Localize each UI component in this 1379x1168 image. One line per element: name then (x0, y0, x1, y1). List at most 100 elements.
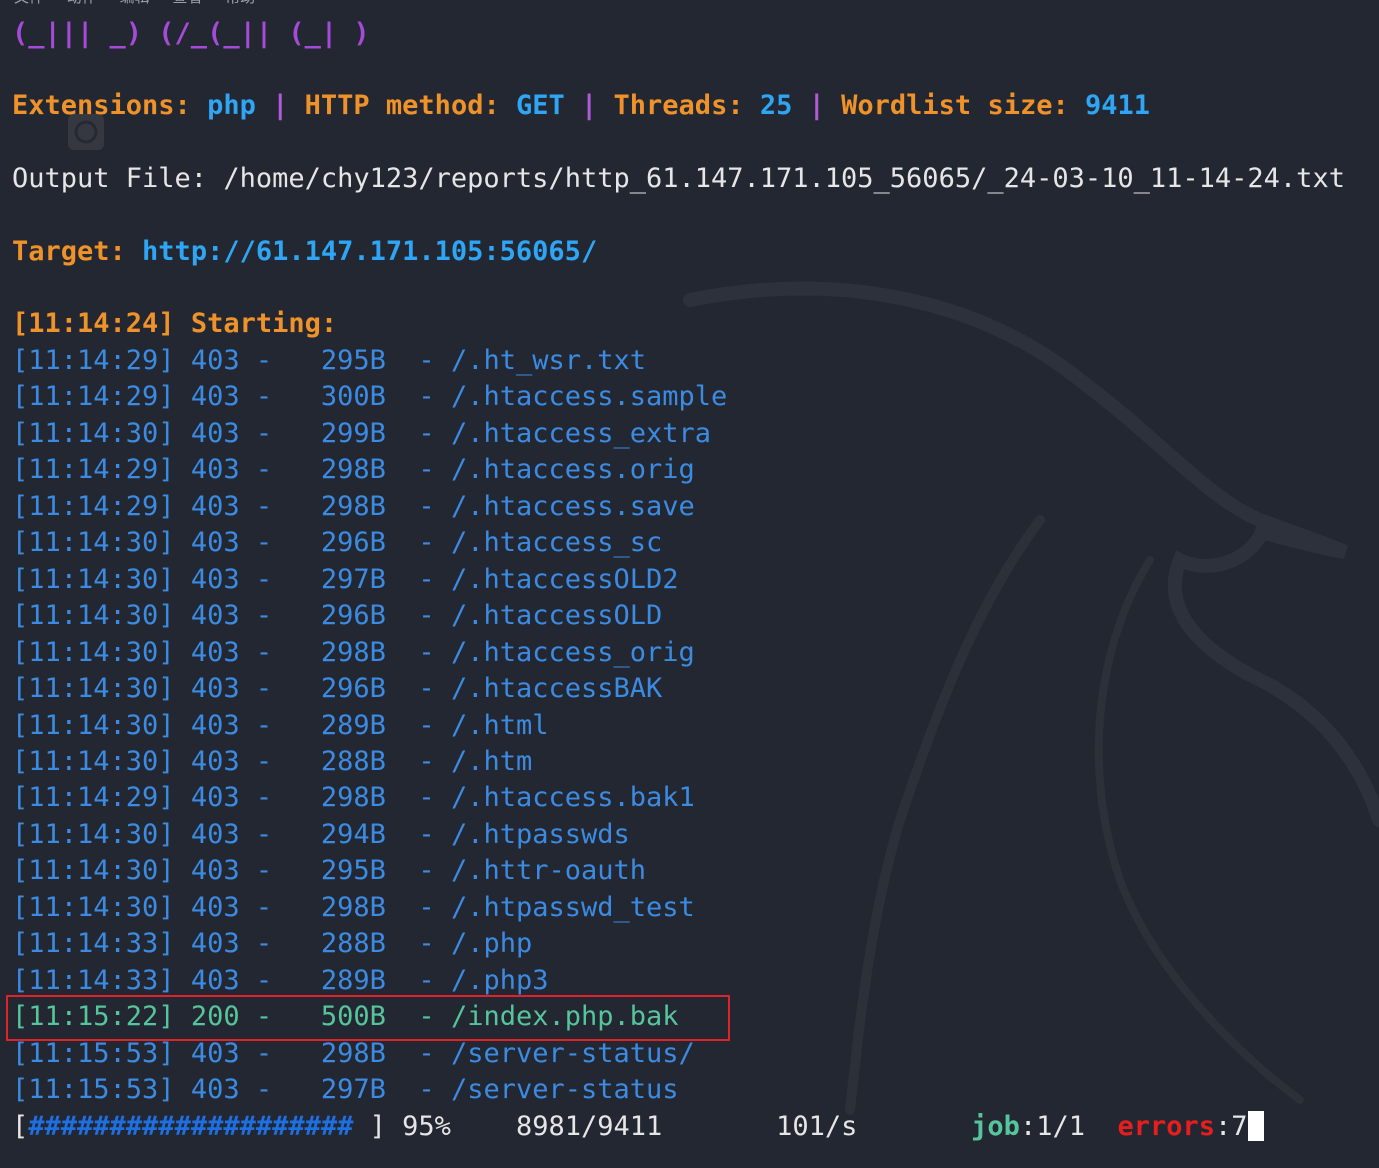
result-size: 288B (320, 746, 386, 777)
result-path: /.htaccess_sc (450, 527, 663, 558)
result-size: 294B (320, 819, 386, 850)
result-status: 403 (190, 527, 240, 558)
starting-line: [11:14:24] Starting: (12, 306, 337, 342)
starting-label: Starting: (174, 308, 338, 339)
result-time: [11:14:29] (12, 345, 175, 376)
terminal-cursor (1247, 1111, 1264, 1141)
result-time: [11:14:30] (12, 673, 175, 704)
errors-value: :7 (1215, 1111, 1248, 1142)
target-url: http://61.147.171.105:56065/ (142, 236, 598, 267)
result-status: 403 (190, 564, 240, 595)
result-row: [11:14:33] 403 - 289B - /.php3 (12, 965, 549, 996)
separator: | (792, 90, 842, 121)
wordlist-size-label: Wordlist size: (841, 90, 1085, 121)
result-row: [11:14:33] 403 - 288B - /.php (12, 928, 533, 959)
result-path: /.html (450, 710, 549, 741)
result-path: /.ht_wsr.txt (450, 345, 647, 376)
terminal-window[interactable]: 文件 动作 编辑 查看 帮助 (_||| _) (/_(_|| (_| ) Ex… (0, 0, 1379, 1168)
result-size: 295B (320, 855, 386, 886)
wordlist-size-value: 9411 (1084, 90, 1151, 121)
result-status: 403 (190, 381, 240, 412)
result-size: 296B (320, 673, 386, 704)
result-status: 403 (190, 819, 240, 850)
result-size: 295B (320, 345, 386, 376)
result-status: 403 (190, 928, 240, 959)
result-path: /.htaccess_orig (450, 637, 695, 668)
result-status: 403 (190, 491, 240, 522)
extensions-value: php (207, 90, 256, 121)
progress-bracket-open: [ (12, 1111, 29, 1142)
result-time: [11:14:30] (12, 855, 175, 886)
threads-value: 25 (759, 90, 793, 121)
result-size: 288B (320, 928, 386, 959)
result-status: 403 (190, 855, 240, 886)
result-time: [11:14:30] (12, 527, 175, 558)
progress-count: 8981/9411 (515, 1111, 663, 1142)
separator: | (564, 90, 614, 121)
result-size: 297B (320, 1074, 386, 1105)
result-status: 403 (190, 345, 240, 376)
http-method-label: HTTP method: (304, 90, 516, 121)
result-size: 289B (320, 710, 386, 741)
result-size: 298B (320, 782, 386, 813)
highlight-box (6, 995, 730, 1041)
result-path: /.php3 (450, 965, 549, 996)
result-status: 403 (190, 782, 240, 813)
result-row: [11:14:29] 403 - 298B - /.htaccess.bak1 (12, 782, 695, 813)
output-file-path: /home/chy123/reports/http_61.147.171.105… (223, 163, 1345, 194)
result-size: 298B (320, 454, 386, 485)
result-status: 403 (190, 637, 240, 668)
result-row: [11:15:53] 403 - 297B - /server-status (12, 1074, 679, 1105)
job-value: :1/1 (1019, 1111, 1085, 1142)
result-status: 403 (190, 418, 240, 449)
result-path: /.htaccess.sample (450, 381, 728, 412)
result-path: /.htaccessBAK (450, 673, 663, 704)
result-row: [11:15:53] 403 - 298B - /server-status/ (12, 1038, 695, 1069)
result-time: [11:14:29] (12, 491, 175, 522)
result-path: /.htaccess_extra (450, 418, 712, 449)
result-size: 297B (320, 564, 386, 595)
result-row: [11:14:30] 403 - 296B - /.htaccessBAK (12, 673, 663, 704)
result-status: 403 (190, 746, 240, 777)
result-size: 298B (320, 892, 386, 923)
result-path: /.htm (450, 746, 533, 777)
result-row: [11:14:30] 403 - 296B - /.htaccessOLD (12, 600, 663, 631)
result-time: [11:14:29] (12, 454, 175, 485)
result-row: [11:14:29] 403 - 295B - /.ht_wsr.txt (12, 345, 647, 376)
result-time: [11:14:29] (12, 381, 175, 412)
result-status: 403 (190, 454, 240, 485)
result-path: /.htaccess.orig (450, 454, 695, 485)
progress-bracket-close: ] (353, 1111, 403, 1142)
result-time: [11:14:30] (12, 746, 175, 777)
result-status: 403 (190, 600, 240, 631)
result-time: [11:14:30] (12, 600, 175, 631)
result-path: /.php (450, 928, 533, 959)
menu-view[interactable]: 查看 (172, 0, 202, 6)
menu-file[interactable]: 文件 (14, 0, 44, 6)
result-status: 403 (190, 965, 240, 996)
http-method-value: GET (515, 90, 565, 121)
start-time: [11:14:24] (12, 308, 175, 339)
result-row: [11:14:30] 403 - 295B - /.httr-oauth (12, 855, 647, 886)
result-status: 403 (190, 673, 240, 704)
menu-action[interactable]: 动作 (67, 0, 97, 6)
result-size: 298B (320, 491, 386, 522)
target-line: Target: http://61.147.171.105:56065/ (12, 234, 597, 270)
ascii-banner: (_||| _) (/_(_|| (_| ) (12, 18, 370, 49)
result-status: 403 (190, 1038, 240, 1069)
result-path: /.htpasswd_test (450, 892, 695, 923)
result-time: [11:14:30] (12, 564, 175, 595)
menu-edit[interactable]: 编辑 (120, 0, 150, 6)
result-status: 403 (190, 1074, 240, 1105)
result-status: 403 (190, 710, 240, 741)
result-row: [11:14:30] 403 - 296B - /.htaccess_sc (12, 527, 663, 558)
result-time: [11:14:30] (12, 892, 175, 923)
result-time: [11:14:33] (12, 928, 175, 959)
result-path: /.htaccessOLD2 (450, 564, 679, 595)
errors-label: errors (1117, 1111, 1216, 1142)
result-size: 289B (320, 965, 386, 996)
result-path: /server-status/ (450, 1038, 695, 1069)
result-row: [11:14:30] 403 - 289B - /.html (12, 710, 549, 741)
menu-help[interactable]: 帮助 (225, 0, 255, 6)
output-file-line: Output File: /home/chy123/reports/http_6… (12, 161, 1345, 197)
